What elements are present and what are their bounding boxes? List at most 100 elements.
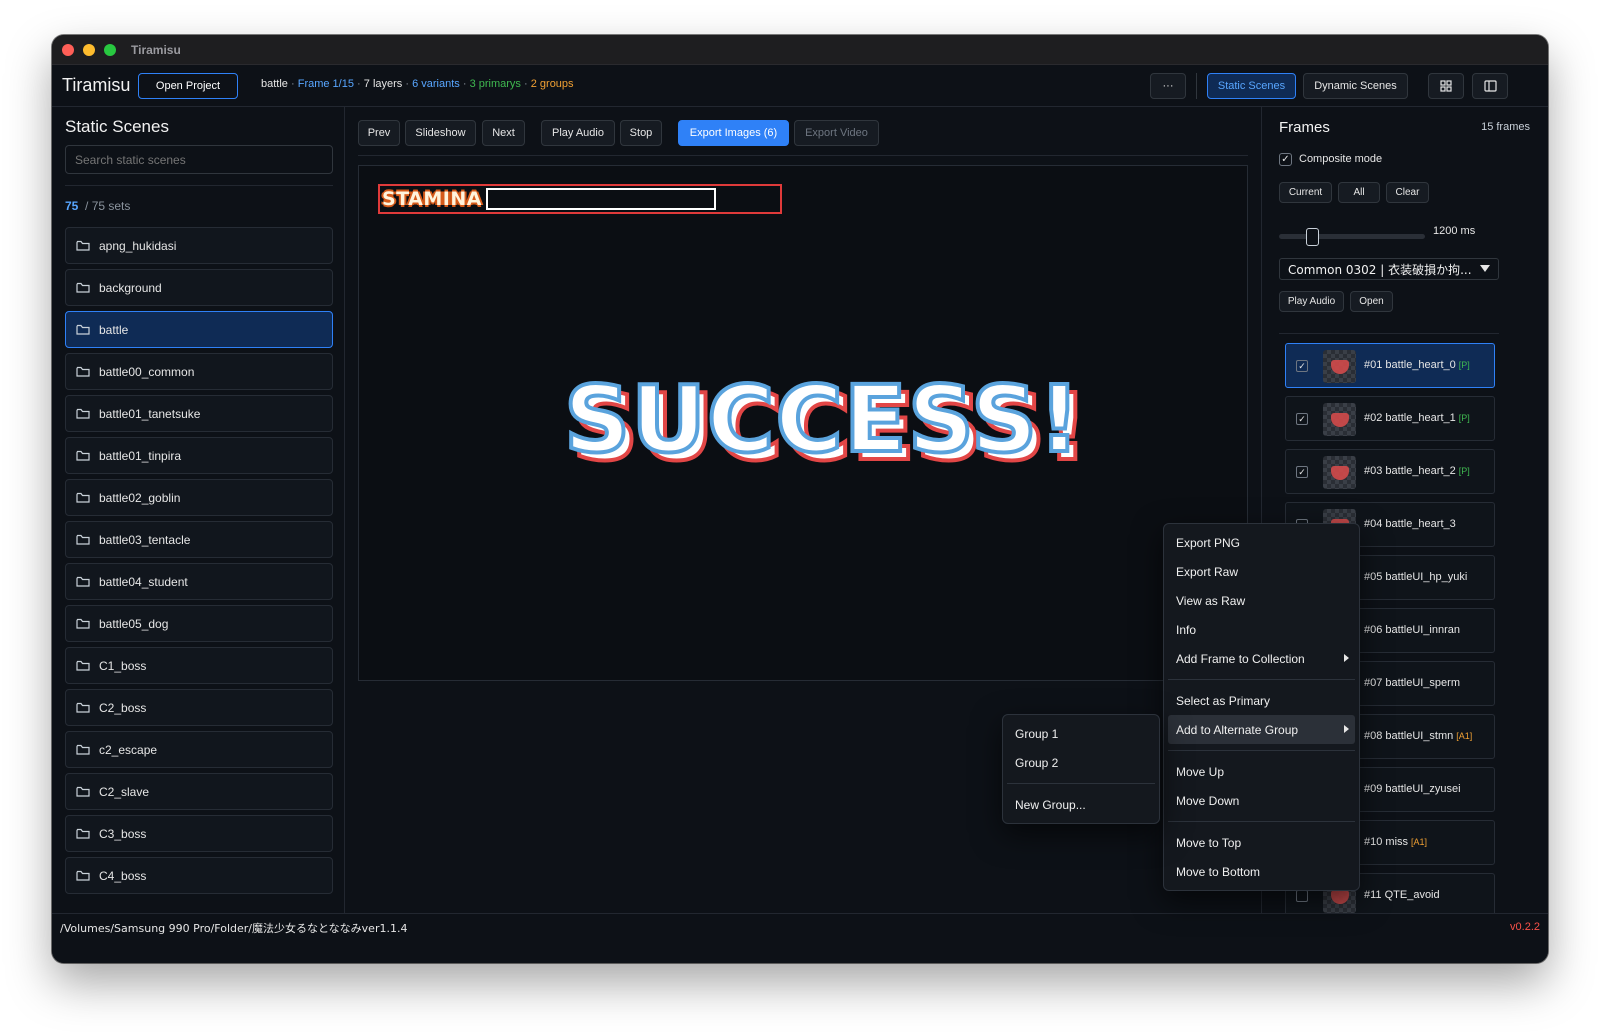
stop-button[interactable]: Stop xyxy=(620,120,662,146)
frame-name: #06 battleUI_innran xyxy=(1364,624,1460,636)
menu-separator xyxy=(1007,783,1155,784)
folder-icon xyxy=(76,450,90,461)
frame-row[interactable]: ✓ #03 battle_heart_2 [P] xyxy=(1285,449,1495,494)
export-video-button[interactable]: Export Video xyxy=(794,120,879,146)
folder-item[interactable]: battle05_dog xyxy=(65,605,333,642)
folder-label: c2_escape xyxy=(99,742,158,757)
export-images-button[interactable]: Export Images (6) xyxy=(678,120,789,146)
frame-play-audio-button[interactable]: Play Audio xyxy=(1279,291,1344,312)
folder-label: apng_hukidasi xyxy=(99,238,177,253)
preview-canvas[interactable]: STAMINA SUCCESS! SUCCESS! xyxy=(358,165,1248,681)
prev-button[interactable]: Prev xyxy=(358,120,400,146)
grid-view-button[interactable] xyxy=(1428,73,1464,99)
frame-tag: [P] xyxy=(1458,466,1470,476)
toolbar-divider xyxy=(358,155,1248,156)
folder-label: C1_boss xyxy=(99,658,147,673)
frame-open-button[interactable]: Open xyxy=(1350,291,1393,312)
menu-select-as-primary[interactable]: Select as Primary xyxy=(1168,686,1355,715)
status-bar: /Volumes/Samsung 990 Pro/Folder/魔法少女るなとな… xyxy=(52,913,1548,963)
menu-export-raw[interactable]: Export Raw xyxy=(1168,557,1355,586)
frame-thumbnail xyxy=(1323,456,1356,489)
set-count: 75 / 75 sets xyxy=(65,199,130,213)
close-window-button[interactable] xyxy=(62,44,74,56)
slideshow-button[interactable]: Slideshow xyxy=(405,120,476,146)
tab-dynamic-scenes[interactable]: Dynamic Scenes xyxy=(1303,73,1408,99)
folder-item[interactable]: battle03_tentacle xyxy=(65,521,333,558)
folder-item[interactable]: background xyxy=(65,269,333,306)
folder-item[interactable]: battle00_common xyxy=(65,353,333,390)
more-button[interactable]: ··· xyxy=(1150,73,1186,99)
menu-add-frame-to-collection[interactable]: Add Frame to Collection xyxy=(1168,644,1355,673)
frame-checkbox[interactable]: ✓ xyxy=(1296,360,1308,372)
folder-item[interactable]: battle xyxy=(65,311,333,348)
select-all-button[interactable]: All xyxy=(1338,182,1380,203)
frame-name: #10 miss [A1] xyxy=(1364,836,1427,848)
submenu-new-group[interactable]: New Group... xyxy=(1007,790,1155,819)
frame-name-text: #06 battleUI_innran xyxy=(1364,624,1461,636)
frame-checkbox[interactable] xyxy=(1296,890,1308,902)
minimize-window-button[interactable] xyxy=(83,44,95,56)
audio-select[interactable]: Common 0302 | 衣装破損か拘... xyxy=(1279,258,1499,280)
menu-add-to-alternate-group[interactable]: Add to Alternate Group xyxy=(1168,715,1355,744)
panel-toggle-button[interactable] xyxy=(1472,73,1508,99)
folder-item[interactable]: battle04_student xyxy=(65,563,333,600)
search-input[interactable] xyxy=(65,145,333,174)
folder-icon xyxy=(76,660,90,671)
frame-name: #08 battleUI_stmn [A1] xyxy=(1364,730,1472,742)
stamina-bar xyxy=(486,188,716,210)
folder-item[interactable]: battle01_tanetsuke xyxy=(65,395,333,432)
folder-item[interactable]: C1_boss xyxy=(65,647,333,684)
folder-item[interactable]: C2_boss xyxy=(65,689,333,726)
frame-name: #05 battleUI_hp_yuki xyxy=(1364,571,1467,583)
frame-row[interactable]: ✓ #02 battle_heart_1 [P] xyxy=(1285,396,1495,441)
menu-export-png[interactable]: Export PNG xyxy=(1168,528,1355,557)
folder-label: battle01_tinpira xyxy=(99,448,182,463)
composite-mode-checkbox[interactable]: ✓ xyxy=(1279,153,1292,166)
folder-item[interactable]: c2_escape xyxy=(65,731,333,768)
menu-separator xyxy=(1168,821,1355,822)
sidebar-icon xyxy=(1483,80,1497,92)
folder-item[interactable]: apng_hukidasi xyxy=(65,227,333,264)
submenu-group-2[interactable]: Group 2 xyxy=(1007,748,1155,777)
frame-row[interactable]: ✓ #01 battle_heart_0 [P] xyxy=(1285,343,1495,388)
frame-name-text: #09 battleUI_zyusei xyxy=(1364,783,1461,795)
open-project-button[interactable]: Open Project xyxy=(138,73,238,99)
menu-move-to-bottom[interactable]: Move to Bottom xyxy=(1168,857,1355,886)
folder-label: battle01_tanetsuke xyxy=(99,406,201,421)
select-current-button[interactable]: Current xyxy=(1279,182,1332,203)
frame-checkbox[interactable]: ✓ xyxy=(1296,413,1308,425)
folder-icon xyxy=(76,744,90,755)
stamina-text: STAMINA xyxy=(382,188,482,210)
duration-slider-thumb[interactable] xyxy=(1306,228,1319,246)
folder-label: battle02_goblin xyxy=(99,490,181,505)
next-button[interactable]: Next xyxy=(482,120,525,146)
meta-groups: 2 groups xyxy=(530,78,574,90)
submenu-group-1[interactable]: Group 1 xyxy=(1007,719,1155,748)
frame-context-menu: Export PNG Export Raw View as Raw Info A… xyxy=(1163,523,1360,891)
frame-checkbox[interactable]: ✓ xyxy=(1296,466,1308,478)
frames-divider xyxy=(1279,333,1499,334)
menu-info[interactable]: Info xyxy=(1168,615,1355,644)
folder-item[interactable]: C3_boss xyxy=(65,815,333,852)
frame-tag: [P] xyxy=(1458,360,1470,370)
menu-move-to-top[interactable]: Move to Top xyxy=(1168,828,1355,857)
duration-slider-track[interactable] xyxy=(1279,234,1425,239)
project-path: /Volumes/Samsung 990 Pro/Folder/魔法少女るなとな… xyxy=(60,922,408,935)
folder-label: battle04_student xyxy=(99,574,188,589)
menu-move-down[interactable]: Move Down xyxy=(1168,786,1355,815)
tab-static-scenes[interactable]: Static Scenes xyxy=(1207,73,1296,99)
meta-primarys: 3 primarys xyxy=(469,78,521,90)
menu-move-up[interactable]: Move Up xyxy=(1168,757,1355,786)
play-audio-button[interactable]: Play Audio xyxy=(541,120,615,146)
meta-frame: Frame 1/15 xyxy=(297,78,354,90)
folder-item[interactable]: C4_boss xyxy=(65,857,333,894)
set-count-shown: 75 xyxy=(65,199,79,213)
folder-item[interactable]: battle01_tinpira xyxy=(65,437,333,474)
folder-item[interactable]: battle02_goblin xyxy=(65,479,333,516)
zoom-window-button[interactable] xyxy=(104,44,116,56)
menu-view-as-raw[interactable]: View as Raw xyxy=(1168,586,1355,615)
clear-selection-button[interactable]: Clear xyxy=(1386,182,1429,203)
frame-name-text: #08 battleUI_stmn xyxy=(1364,730,1454,742)
scene-meta: battle · Frame 1/15 · 7 layers · 6 varia… xyxy=(261,78,574,90)
folder-item[interactable]: C2_slave xyxy=(65,773,333,810)
